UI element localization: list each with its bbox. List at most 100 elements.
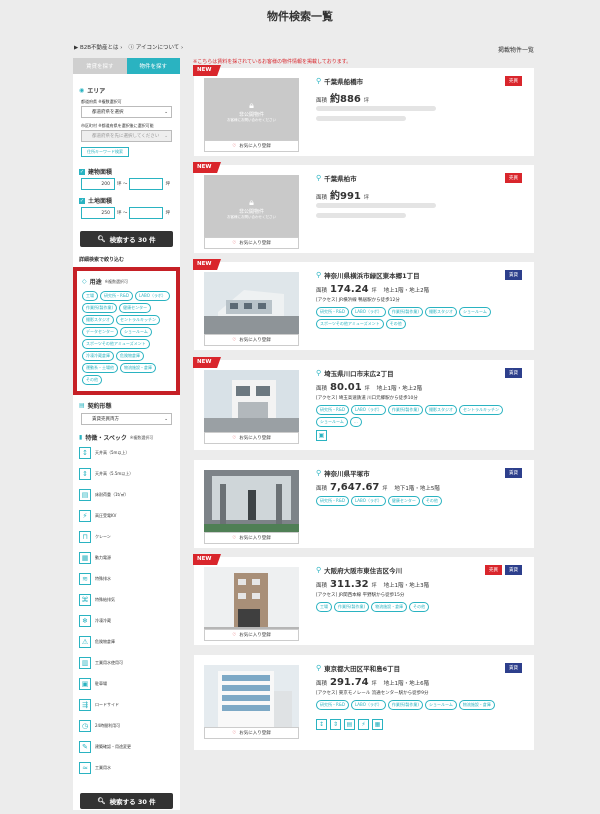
contract-select[interactable]: 賃貸売買両方 ⌄ [81, 413, 172, 425]
city-select[interactable]: 都道府県を先に選択してください ⌄ [81, 130, 172, 142]
chevron-down-icon: ⌄ [164, 109, 168, 115]
spec-item[interactable]: ⚡ 高圧受電KV [79, 510, 116, 522]
spec-item[interactable]: ⌘ 特殊給排気 [79, 594, 115, 606]
use-tag[interactable]: スポーツその他アミューズメント [82, 339, 150, 349]
property-card[interactable]: ♡ お気に入り登録 ⚲ 神奈川県平塚市 面積 7,647.67 坪地下1階・地上5階 研究所・… [194, 460, 534, 548]
pref-select[interactable]: 都道府県を選択 ⌄ [81, 106, 172, 118]
about-link[interactable]: ▶ B2B不動産とは › [74, 43, 122, 51]
spec-item[interactable]: ▤ 床耐荷重（1t/㎡） [79, 489, 128, 501]
spec-icon: ⇶ [79, 699, 91, 711]
private-subtitle: お客様にお問い合わせください [227, 118, 276, 122]
spec-item[interactable]: ↕ 天井高（5m以上） [79, 447, 129, 459]
use-tag[interactable]: 工場 [82, 291, 98, 301]
property-address[interactable]: ⚲ 東京都大田区平和島6丁目 [316, 663, 400, 673]
property-address[interactable]: ⚲ 千葉県柏市 [316, 173, 357, 183]
card-tag: セントラルキッチン [459, 405, 503, 415]
favorite-button[interactable]: ♡ お気に入り登録 [204, 432, 299, 444]
feature-icon: ▦ [372, 719, 383, 730]
spec-item[interactable]: ◷ 24時間利用可 [79, 720, 120, 732]
property-photo[interactable] [204, 665, 299, 733]
property-card[interactable]: ♡ お気に入り登録 ⚲ 東京都大田区平和島6丁目 面積 291.74 坪地上1階・地上6階 [… [194, 655, 534, 750]
property-photo[interactable] [204, 567, 299, 635]
use-tag[interactable]: 物流施設・倉庫 [120, 363, 156, 373]
pin-icon: ⚲ [316, 369, 322, 377]
favorite-button[interactable]: ♡ お気に入り登録 [204, 727, 299, 739]
spec-icon: ◷ [79, 720, 91, 732]
use-tag[interactable]: 冷凍冷蔵倉庫 [82, 351, 114, 361]
favorite-button[interactable]: ♡ お気に入り登録 [204, 334, 299, 346]
access-text: [アクセス] 東京モノレール 流通センター駅から徒歩9分 [316, 691, 429, 696]
use-tag[interactable]: LABO（ラボ） [134, 291, 170, 301]
spec-icon: ⚠ [79, 636, 91, 648]
checkbox-icon[interactable]: ✓ [79, 197, 85, 204]
deal-badge: 売買 [505, 76, 522, 86]
spec-item[interactable]: ⇶ ロードサイド [79, 699, 119, 711]
building-area-max[interactable] [129, 178, 164, 190]
blurred-line [316, 203, 436, 208]
use-tag[interactable]: 撮影スタジオ [82, 315, 114, 325]
spec-item[interactable]: ▣ 駐車場 [79, 678, 107, 690]
deal-badge: 賃貸 [505, 468, 522, 478]
property-photo[interactable]: 🔒︎ 非公開物件 お客様にお問い合わせください [204, 78, 299, 146]
property-card[interactable]: NEW ♡ お気に入り登録 ⚲ 神奈川県横浜市緑区東本郷1丁目 面積 174.24 坪地上1階… [193, 259, 534, 350]
tab-property[interactable]: 物件を探す [126, 58, 180, 74]
spec-item[interactable]: ⊓ クレーン [79, 531, 111, 543]
property-area: 面積 80.01 坪地上1階・地上2階 [316, 382, 422, 393]
property-address[interactable]: ⚲ 神奈川県横浜市緑区東本郷1丁目 [316, 270, 420, 280]
search-button[interactable]: 🔍︎ 検索する 30 件 [80, 231, 173, 247]
spec-item[interactable]: ≋ 特殊排水 [79, 573, 111, 585]
property-card[interactable]: NEW 🔒︎ 非公開物件 お客様にお問い合わせください ♡ お気に入り登録 ⚲ 千葉県船橋市面… [193, 65, 534, 156]
land-area-max[interactable] [129, 207, 164, 219]
use-tag[interactable]: 健康センター [119, 303, 152, 313]
use-tag[interactable]: 作業所(製作業) [82, 303, 118, 313]
use-tag[interactable]: その他 [82, 375, 102, 385]
property-address[interactable]: ⚲ 埼玉県川口市末広2丁目 [316, 368, 394, 378]
use-tag[interactable]: 運動系・土場他 [82, 363, 118, 373]
property-area: 面積 7,647.67 坪地下1階・地上5階 [316, 482, 440, 493]
property-card[interactable]: NEW ♡ お気に入り登録 ⚲ 埼玉県川口市末広2丁目 面積 80.01 坪地上1階・地上2階… [193, 357, 534, 450]
favorite-button[interactable]: ♡ お気に入り登録 [204, 532, 299, 544]
icon-info-link[interactable]: ⓘ アイコンについて › [128, 43, 183, 51]
property-card[interactable]: NEW ♡ お気に入り登録 ⚲ 大阪府大阪市東住吉区今川 面積 311.32 坪地上1階・地上… [193, 554, 534, 645]
spec-icon: ⌘ [79, 594, 91, 606]
use-tag[interactable]: 危険物倉庫 [116, 351, 144, 361]
checkbox-icon[interactable]: ✓ [79, 168, 85, 175]
spec-item[interactable]: ≈ 工業用水 [79, 762, 111, 774]
keyword-search-button[interactable]: 住所キーワード検索 [81, 147, 129, 157]
land-area-min[interactable]: 250 [81, 207, 115, 219]
private-title: 非公開物件 [238, 209, 264, 215]
use-tag[interactable]: セントラルキッチン [116, 315, 160, 325]
address-text: 神奈川県横浜市緑区東本郷1丁目 [324, 272, 420, 280]
deal-badge: 賃貸 [505, 270, 522, 280]
property-address[interactable]: ⚲ 大阪府大阪市東住吉区今川 [316, 565, 402, 575]
favorite-button[interactable]: ♡ お気に入り登録 [204, 140, 299, 152]
favorite-button[interactable]: ♡ お気に入り登録 [204, 237, 299, 249]
favorite-button[interactable]: ♡ お気に入り登録 [204, 629, 299, 641]
spec-icon: ▦ [79, 552, 91, 564]
spec-item[interactable]: ⚠ 危険物倉庫 [79, 636, 115, 648]
property-photo[interactable] [204, 370, 299, 438]
card-tag: LABO（ラボ） [350, 700, 386, 710]
use-tag[interactable]: ショールーム [120, 327, 152, 337]
property-photo[interactable]: 🔒︎ 非公開物件 お客様にお問い合わせください [204, 175, 299, 243]
spec-item[interactable]: ❄ 冷凍冷蔵 [79, 615, 111, 627]
building-area-min[interactable]: 200 [81, 178, 115, 190]
property-card[interactable]: NEW 🔒︎ 非公開物件 お客様にお問い合わせください ♡ お気に入り登録 ⚲ 千葉県柏市 面積… [193, 162, 534, 253]
spec-item[interactable]: ▦ 動力電源 [79, 552, 111, 564]
use-tag[interactable]: データセンター [82, 327, 118, 337]
property-address[interactable]: ⚲ 千葉県船橋市 [316, 76, 363, 86]
property-address[interactable]: ⚲ 神奈川県平塚市 [316, 468, 370, 478]
tab-rent[interactable]: 賃貸を探す [73, 58, 127, 74]
spec-item[interactable]: ✎ 建築確認・用途変更 [79, 741, 131, 753]
top-links: ▶ B2B不動産とは › ⓘ アイコンについて › [74, 43, 183, 51]
card-tag: ショールーム [459, 307, 491, 317]
spec-item[interactable]: ▥ 工業用水使用可 [79, 657, 123, 669]
spec-item[interactable]: ⇕ 天井高（5.5m以上） [79, 468, 133, 480]
use-title: ◇ 用途 ※複数選択可 [82, 278, 128, 286]
property-photo[interactable] [204, 272, 299, 340]
use-tag[interactable]: 研究所・R&D [100, 291, 133, 301]
property-photo[interactable] [204, 470, 299, 538]
card-tags: 研究所・R&D LABO（ラボ） 作業所(製作業) 撮影スタジオ ショールーム スポーツそ… [316, 307, 516, 329]
search-button-bottom[interactable]: 🔍︎ 検索する 30 件 [80, 793, 173, 809]
spec-label: 駐車場 [95, 681, 107, 686]
